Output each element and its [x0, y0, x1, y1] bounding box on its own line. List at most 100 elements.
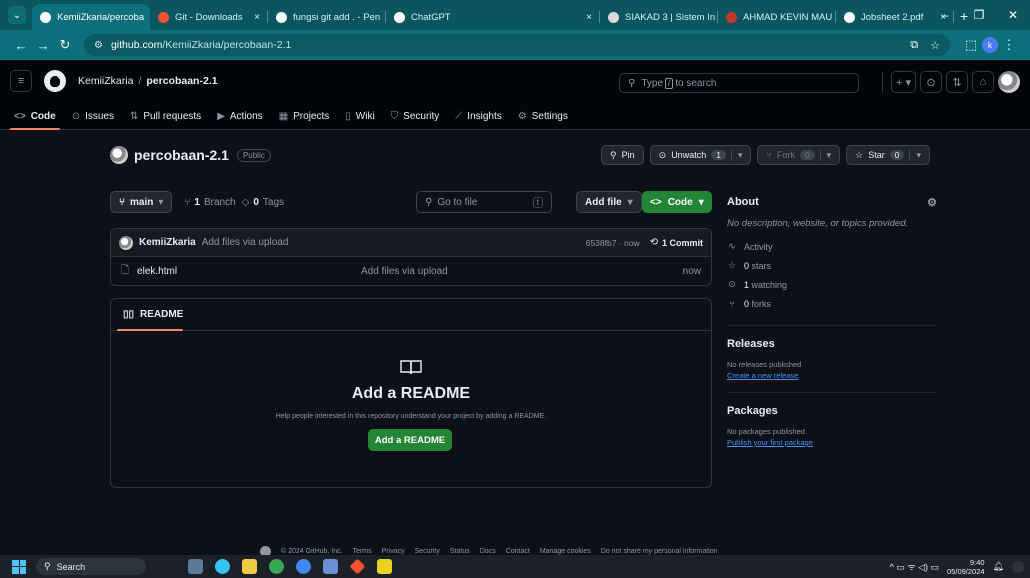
browser-tab[interactable]: Git - Downloads × [150, 4, 268, 30]
footer-link[interactable]: Contact [506, 548, 530, 555]
packages-text: No packages published [727, 427, 805, 436]
star-button[interactable]: ☆ Star 0 ▾ [846, 145, 930, 165]
bookmark-star-icon[interactable]: ☆ [930, 39, 940, 52]
commit-message[interactable]: Add files via upload [202, 237, 289, 248]
tab-close-icon[interactable]: × [580, 12, 592, 23]
tab-security[interactable]: ⛉ Security [391, 102, 440, 130]
commit-count-link[interactable]: 1 Commit [662, 238, 703, 248]
file-explorer-icon[interactable] [242, 559, 257, 574]
hamburger-menu-icon[interactable]: ≡ [10, 70, 32, 92]
pull-requests-icon[interactable]: ⇅ [946, 71, 968, 93]
footer-link[interactable]: Privacy [382, 548, 405, 555]
footer-link[interactable]: Do not share my personal information [601, 548, 718, 555]
minimize-icon[interactable]: – [928, 8, 962, 22]
book-icon: ▯▯ [123, 309, 135, 320]
repo-title[interactable]: percobaan-2.1 [134, 147, 229, 163]
taskbar-app-icon[interactable] [323, 559, 338, 574]
github-search-input[interactable]: ⚲ Type / to search [619, 73, 859, 93]
forward-icon[interactable]: → [32, 38, 54, 53]
fork-button[interactable]: ⑂ Fork 0 ▾ [757, 145, 841, 165]
sublime-text-icon[interactable] [377, 559, 392, 574]
footer-link[interactable]: Status [450, 548, 470, 555]
footer-link[interactable]: Security [415, 548, 440, 555]
back-icon[interactable]: ← [10, 38, 32, 53]
branches-link[interactable]: ⑂ 1 Branch [184, 197, 235, 208]
repo-nav-label: Security [403, 110, 440, 122]
about-stat-link[interactable]: ⑂ 0 forks [727, 294, 937, 313]
issues-icon[interactable]: ⊙ [920, 71, 942, 93]
pin-button[interactable]: ⚲ Pin [601, 145, 644, 165]
tab-code[interactable]: <> Code [10, 102, 60, 130]
tab-wiki[interactable]: ▯ Wiki [345, 102, 374, 130]
github-logo-icon[interactable] [44, 70, 66, 92]
git-icon[interactable] [349, 558, 366, 575]
tray-icons[interactable]: ^ ▭ ᯤ ◁) ▭ [890, 560, 939, 573]
file-commit-message[interactable]: Add files via upload [361, 266, 448, 277]
stat-count: 0 [744, 298, 750, 309]
profile-avatar[interactable]: k [982, 37, 998, 53]
unwatch-button[interactable]: ⊙ Unwatch 1 ▾ [649, 145, 752, 165]
breadcrumb-repo[interactable]: percobaan-2.1 [146, 75, 217, 87]
taskbar-widget-icon[interactable] [188, 559, 203, 574]
releases-title[interactable]: Releases [727, 338, 937, 350]
taskbar-search[interactable]: ⚲ Search [36, 558, 146, 575]
readme-tab[interactable]: ▯▯ README [111, 299, 711, 331]
widget-icon[interactable] [1012, 560, 1024, 573]
copilot-icon[interactable] [215, 559, 230, 574]
inbox-icon[interactable]: ⌂ [972, 71, 994, 93]
create-release-link[interactable]: Create a new release [727, 371, 937, 380]
site-info-icon[interactable]: ⚙ [94, 40, 103, 51]
commit-hash[interactable]: 6538fb7 · now [586, 238, 640, 248]
header-actions: + ▾ ⊙ ⇅ ⌂ [878, 71, 1020, 93]
footer-link[interactable]: Manage cookies [540, 548, 591, 555]
close-window-icon[interactable]: ✕ [996, 8, 1030, 22]
file-row[interactable]: 🗋︎ elek.html Add files via upload now [111, 257, 711, 285]
address-bar[interactable]: ⚙ github.com/KemiiZkaria/percobaan-2.1 ⧉… [84, 34, 950, 56]
user-avatar[interactable] [998, 71, 1020, 93]
branch-select-button[interactable]: ⑂ main ▾ [110, 191, 173, 213]
browser-tab[interactable]: AHMAD KEVIN MAU× [718, 4, 836, 30]
windows-start-icon[interactable] [12, 559, 26, 574]
footer-link[interactable]: Terms [353, 548, 372, 555]
notification-bell-icon[interactable]: 🔔︎ [993, 561, 1004, 572]
extensions-icon[interactable]: ⬚ [960, 37, 982, 53]
about-stat-link[interactable]: ∿ Activity [727, 237, 937, 256]
tab-issues[interactable]: ⊙ Issues [72, 102, 114, 130]
gear-icon[interactable]: ⚙ [927, 196, 937, 209]
browser-tab[interactable]: SIAKAD 3 | Sistem In× [600, 4, 718, 30]
tab-projects[interactable]: ▦ Projects [279, 102, 330, 130]
go-to-file-input[interactable]: ⚲ Go to file t [416, 191, 552, 213]
chrome-profile-icon[interactable] [296, 559, 311, 574]
install-app-icon[interactable]: ⧉ [910, 39, 918, 52]
chrome-icon[interactable] [269, 559, 284, 574]
create-new-button[interactable]: + ▾ [890, 71, 916, 93]
commit-author[interactable]: KemiiZkaria [139, 237, 196, 248]
browser-tab[interactable]: fungsi git add . - Pen× [268, 4, 386, 30]
about-stat-link[interactable]: ⊙ 1 watching [727, 275, 937, 294]
breadcrumb-owner[interactable]: KemiiZkaria [78, 75, 133, 87]
add-readme-button[interactable]: Add a README [368, 429, 452, 451]
tab-search-menu-icon[interactable]: ⌄ [8, 6, 26, 24]
file-name[interactable]: elek.html [137, 266, 177, 277]
footer-link[interactable]: Docs [480, 548, 496, 555]
tab-pull-requests[interactable]: ⇅ Pull requests [130, 102, 201, 130]
clock[interactable]: 9:40 05/09/2024 [947, 558, 985, 576]
tab-insights[interactable]: ⟋ Insights [455, 102, 501, 130]
reload-icon[interactable]: ↻ [54, 37, 76, 53]
star-label: Star [868, 150, 885, 160]
restore-icon[interactable]: ❐ [962, 8, 996, 22]
commit-author-avatar[interactable] [119, 235, 133, 250]
tags-link[interactable]: ◇ 0 Tags [242, 197, 284, 208]
publish-package-link[interactable]: Publish your first package [727, 438, 937, 447]
browser-tab[interactable]: KemiiZkaria/percoba× [32, 4, 150, 30]
footer-link: © 2024 GitHub, Inc. [281, 547, 343, 555]
tab-actions[interactable]: ▶ Actions [217, 102, 263, 130]
browser-tab[interactable]: ChatGPT × [386, 4, 600, 30]
browser-menu-icon[interactable]: ⋮ [998, 37, 1020, 53]
add-file-button[interactable]: Add file ▾ [576, 191, 642, 213]
about-stat-link[interactable]: ☆ 0 stars [727, 256, 937, 275]
tab-settings[interactable]: ⚙ Settings [518, 102, 568, 130]
packages-title[interactable]: Packages [727, 405, 937, 417]
code-button[interactable]: <> Code ▾ [642, 191, 712, 213]
tab-close-icon[interactable]: × [248, 12, 260, 23]
